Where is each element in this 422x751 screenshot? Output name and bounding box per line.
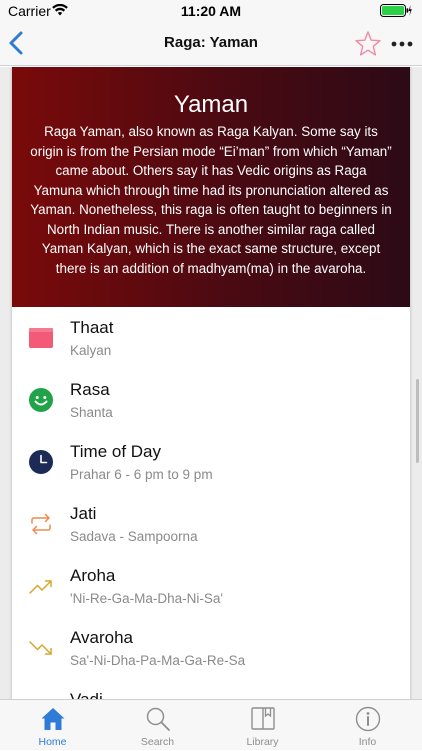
- swap-arrows-icon: [31, 513, 51, 535]
- trending-up-icon: [29, 580, 52, 594]
- smiley-icon: [29, 388, 53, 412]
- info-icon: [355, 706, 381, 732]
- detail-value: Kalyan: [70, 343, 112, 358]
- search-icon: [146, 707, 170, 731]
- tab-label: Library: [246, 736, 279, 748]
- home-icon: [41, 708, 65, 730]
- scroll-indicator[interactable]: [416, 379, 419, 463]
- clock-icon: [29, 450, 53, 474]
- detail-row-avaroha[interactable]: Avaroha Sa'-Ni-Dha-Pa-Ma-Ga-Re-Sa: [12, 618, 410, 680]
- battery-icon: [380, 4, 412, 17]
- detail-value: Sadava - Sampoorna: [70, 529, 198, 544]
- detail-row-aroha[interactable]: Aroha 'Ni-Re-Ga-Ma-Dha-Ni-Sa': [12, 556, 410, 618]
- detail-title: Time of Day: [70, 442, 162, 461]
- raga-card: Yaman Raga Yaman, also known as Raga Kal…: [12, 67, 410, 699]
- content-area[interactable]: Yaman Raga Yaman, also known as Raga Kal…: [0, 67, 422, 699]
- trending-down-icon: [29, 641, 52, 655]
- detail-title: Vadi: [70, 690, 103, 699]
- detail-row-rasa[interactable]: Rasa Shanta: [12, 370, 410, 432]
- detail-title: Avaroha: [70, 628, 134, 647]
- raga-hero: Yaman Raga Yaman, also known as Raga Kal…: [12, 67, 410, 307]
- more-options-icon[interactable]: [390, 34, 414, 54]
- status-bar: Carrier 11:20 AM: [0, 0, 422, 22]
- detail-value: Prahar 6 - 6 pm to 9 pm: [70, 467, 213, 482]
- raga-logo-icon: [166, 67, 256, 77]
- raga-description: Raga Yaman, also known as Raga Kalyan. S…: [30, 124, 392, 276]
- favorite-star-icon[interactable]: [354, 30, 382, 58]
- tab-library[interactable]: Library: [210, 700, 315, 751]
- navigation-bar: Raga: Yaman: [0, 22, 422, 66]
- detail-row-vadi[interactable]: Vadi: [12, 680, 410, 699]
- book-icon: [251, 707, 275, 730]
- detail-value: Shanta: [70, 405, 113, 420]
- raga-name: Yaman: [173, 91, 249, 118]
- tab-label: Search: [140, 736, 175, 748]
- tab-info[interactable]: Info: [315, 700, 420, 751]
- status-time: 11:20 AM: [180, 3, 242, 19]
- tab-search[interactable]: Search: [105, 700, 210, 751]
- detail-value: 'Ni-Re-Ga-Ma-Dha-Ni-Sa': [70, 591, 223, 606]
- detail-title: Thaat: [70, 318, 114, 337]
- tab-home[interactable]: Home: [0, 700, 105, 751]
- detail-row-time-of-day[interactable]: Time of Day Prahar 6 - 6 pm to 9 pm: [12, 432, 410, 494]
- tab-bar: Home Search Library Info: [0, 699, 422, 750]
- tab-label: Home: [38, 736, 67, 748]
- detail-row-thaat[interactable]: Thaat Kalyan: [12, 308, 410, 370]
- detail-value: Sa'-Ni-Dha-Pa-Ma-Ga-Re-Sa: [70, 653, 246, 668]
- detail-title: Jati: [70, 504, 97, 523]
- detail-title: Aroha: [70, 566, 116, 585]
- tab-label: Info: [358, 736, 377, 748]
- detail-row-jati[interactable]: Jati Sadava - Sampoorna: [12, 494, 410, 556]
- detail-title: Rasa: [70, 380, 110, 399]
- thaat-icon: [29, 328, 53, 348]
